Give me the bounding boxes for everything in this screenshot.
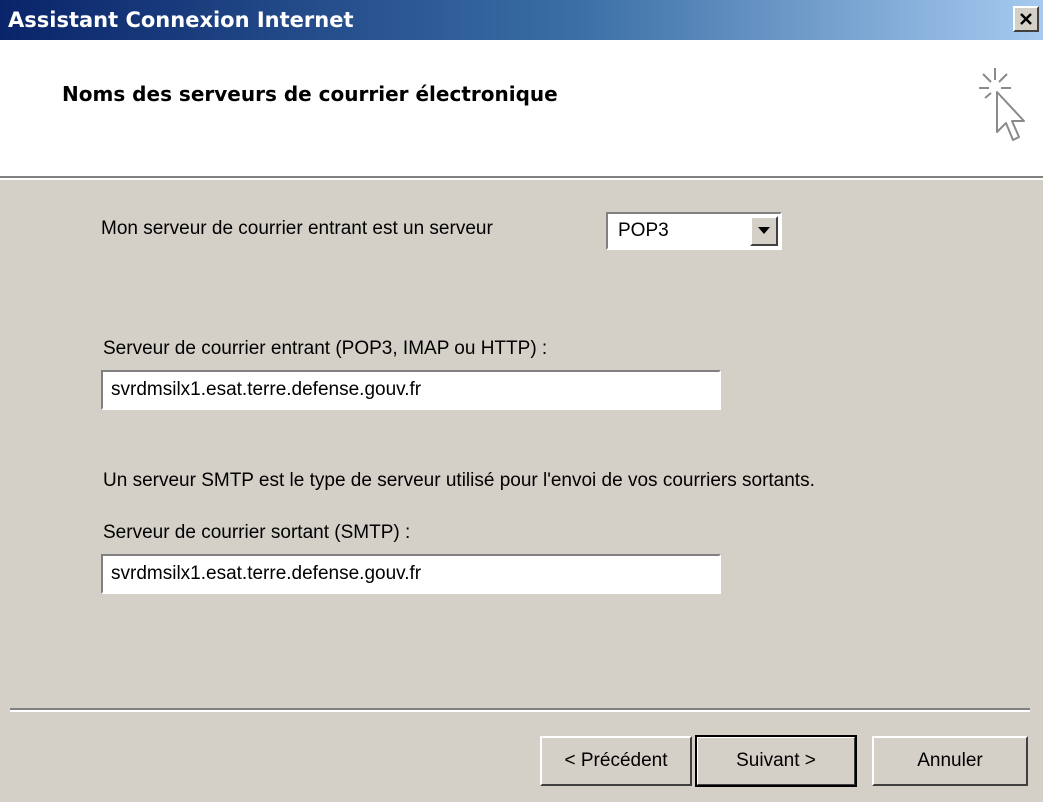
page-title: Noms des serveurs de courrier électroniq… (62, 82, 558, 106)
close-button[interactable] (1013, 6, 1039, 32)
incoming-type-label: Mon serveur de courrier entrant est un s… (101, 218, 493, 239)
server-type-value: POP3 (618, 220, 669, 241)
incoming-server-input[interactable] (101, 370, 721, 410)
back-button[interactable]: < Précédent (540, 736, 692, 786)
footer-separator (10, 708, 1030, 712)
cancel-button[interactable]: Annuler (872, 736, 1028, 786)
window-title: Assistant Connexion Internet (8, 8, 354, 32)
server-type-select[interactable]: POP3 (606, 212, 782, 250)
next-button[interactable]: Suivant > (695, 735, 857, 787)
wizard-cursor-icon (979, 68, 1025, 141)
chevron-down-icon (758, 227, 770, 234)
wizard-header: Noms des serveurs de courrier électroniq… (0, 40, 1043, 180)
dropdown-button[interactable] (750, 216, 778, 246)
outgoing-server-label: Serveur de courrier sortant (SMTP) : (103, 522, 411, 543)
close-icon (1020, 13, 1032, 25)
smtp-info-text: Un serveur SMTP est le type de serveur u… (103, 470, 815, 491)
incoming-server-label: Serveur de courrier entrant (POP3, IMAP … (103, 338, 548, 359)
outgoing-server-input[interactable] (101, 554, 721, 594)
title-bar[interactable]: Assistant Connexion Internet (0, 0, 1043, 40)
